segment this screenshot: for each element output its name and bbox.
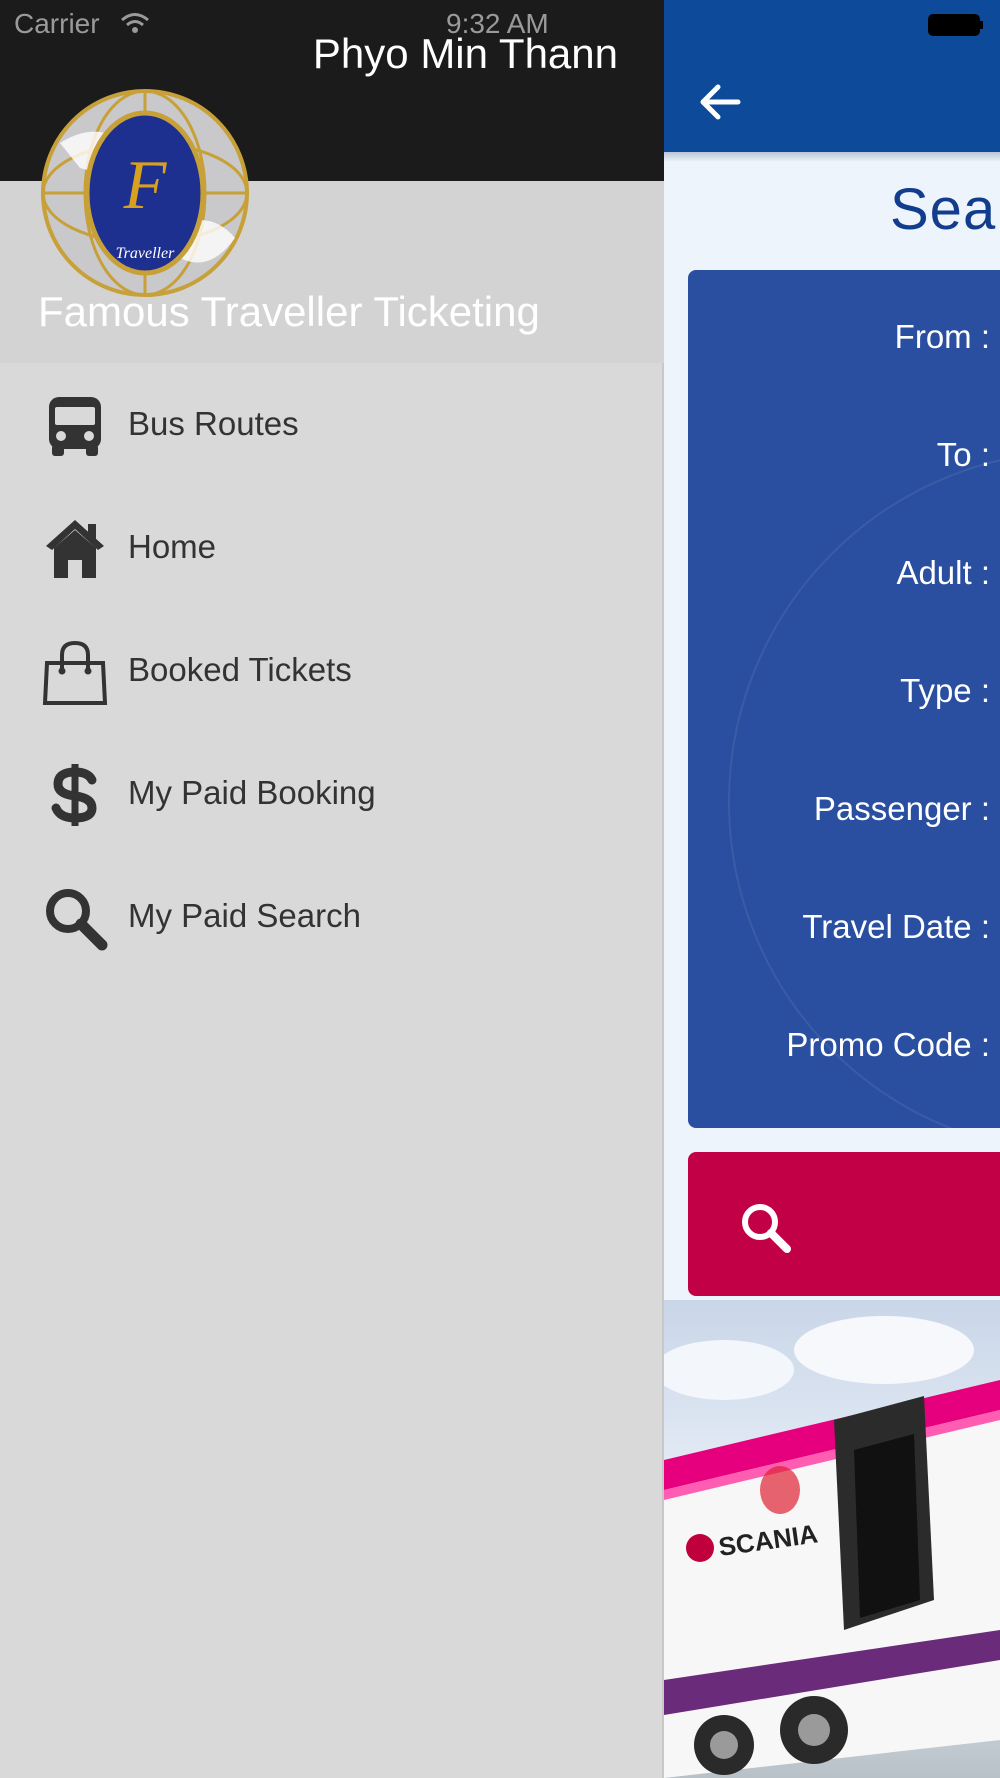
bus-icon [49,397,101,456]
search-icon [46,889,108,951]
drawer-menu: Bus Routes Home Booked Tickets My Paid B… [0,363,664,978]
menu-item-my-paid-booking[interactable]: My Paid Booking [0,732,664,855]
field-label-to: To : [936,436,990,473]
back-arrow-icon[interactable] [698,80,742,124]
search-form-panel: From : To : Adult : Type : Passenger : T… [688,270,1000,1128]
home-icon [46,520,104,578]
battery-icon [928,14,983,36]
page-title: Sea [890,177,997,242]
menu-label-my-paid-booking: My Paid Booking [128,774,376,811]
search-button[interactable] [688,1152,1000,1296]
app-logo: F Traveller [41,89,249,297]
search-icon [742,1204,791,1253]
menu-item-my-paid-search[interactable]: My Paid Search [0,855,664,978]
menu-item-bus-routes[interactable]: Bus Routes [0,363,664,486]
menu-label-booked-tickets: Booked Tickets [128,651,352,688]
field-label-travel-date: Travel Date : [802,908,990,945]
field-label-promo-code: Promo Code : [786,1026,990,1063]
shopping-bag-icon [42,640,108,705]
navigation-drawer: Carrier 9:32 AM Phyo Min Thann F Travell… [0,0,664,1778]
field-label-passenger: Passenger : [813,790,990,827]
app-bar-shadow [664,152,1000,162]
menu-item-home[interactable]: Home [0,486,664,609]
dollar-icon [51,764,97,826]
menu-label-my-paid-search: My Paid Search [128,897,361,934]
menu-label-bus-routes: Bus Routes [128,405,299,442]
main-screen: Sea From : To : Adult : Type : Passenger… [664,0,1000,1778]
user-name: Phyo Min Thann [312,30,618,77]
app-name: Famous Traveller Ticketing [38,288,540,335]
bus-photo: SCANIA [664,1300,1000,1778]
app-bar [664,0,1000,152]
menu-item-booked-tickets[interactable]: Booked Tickets [0,609,664,732]
status-carrier: Carrier [14,8,100,39]
field-label-from: From : [894,318,990,355]
svg-text:F: F [123,147,168,224]
field-label-type: Type : [900,672,990,709]
menu-label-home: Home [128,528,217,565]
logo-text: Traveller [116,245,175,262]
bus-illustration: SCANIA [664,1316,1000,1778]
field-label-adult: Adult : [896,554,990,591]
wifi-icon [121,13,149,33]
